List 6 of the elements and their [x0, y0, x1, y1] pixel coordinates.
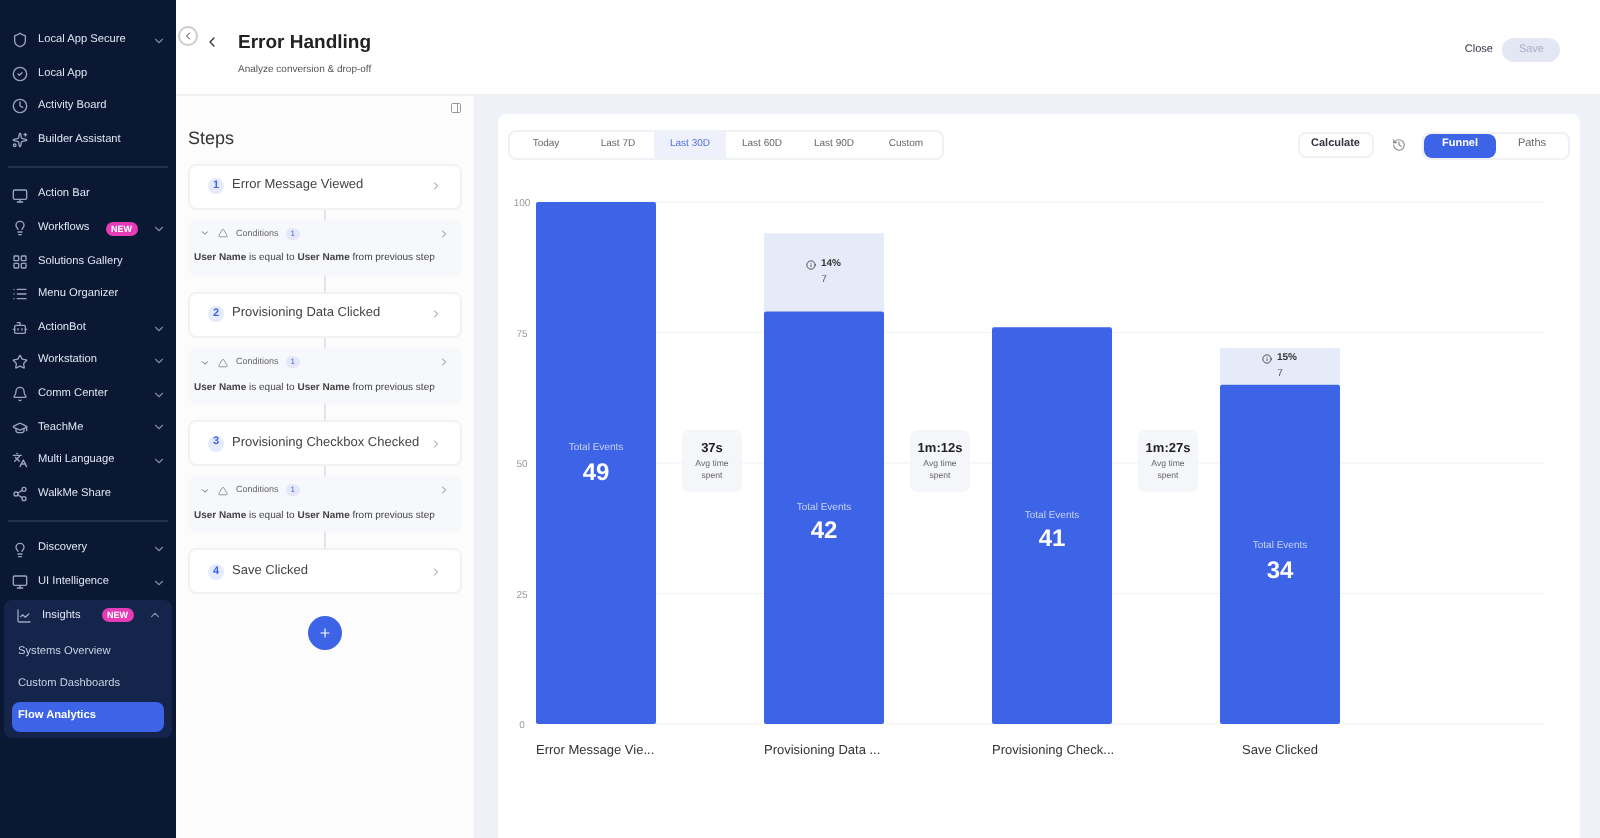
- bar-total: 34: [1266, 555, 1294, 584]
- bar-total: 49: [582, 457, 610, 486]
- steps-title: Steps: [188, 126, 237, 152]
- bar-total: 42: [810, 516, 838, 545]
- bar-total: 41: [1038, 524, 1066, 553]
- page-title: Error Handling: [238, 30, 372, 58]
